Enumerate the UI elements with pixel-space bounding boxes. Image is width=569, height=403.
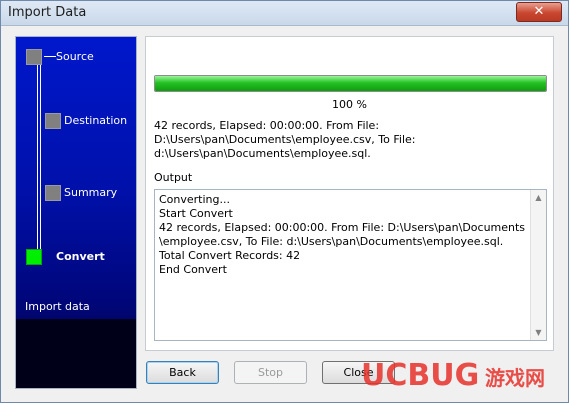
output-lines: Converting... Start Convert 42 records, … bbox=[159, 193, 529, 277]
step-label: Convert bbox=[56, 250, 105, 263]
output-label: Output bbox=[154, 171, 193, 184]
ucbug-watermark: UCBUG 游戏网 bbox=[361, 358, 545, 393]
output-line: End Convert bbox=[159, 263, 227, 276]
scroll-up-icon[interactable]: ▲ bbox=[531, 190, 546, 205]
output-line: Converting... bbox=[159, 193, 230, 206]
progress-bar bbox=[154, 75, 547, 92]
step-connector-line bbox=[44, 56, 56, 57]
output-line: Start Convert bbox=[159, 207, 233, 220]
sidebar-footer-band bbox=[16, 319, 136, 388]
step-label: Summary bbox=[64, 186, 118, 199]
step-connector-line bbox=[40, 56, 41, 254]
step-marker-icon bbox=[26, 249, 42, 265]
watermark-suffix: 游戏网 bbox=[485, 366, 545, 390]
progress-percent: 100 % bbox=[332, 98, 367, 111]
import-data-window: Import Data ✕ Source Destination Summary… bbox=[0, 0, 569, 403]
watermark-brand: UCBUG bbox=[361, 358, 479, 393]
step-connector-line bbox=[37, 56, 38, 254]
title-bar: Import Data ✕ bbox=[1, 1, 568, 26]
step-label: Destination bbox=[64, 114, 128, 127]
output-line: 42 records, Elapsed: 00:00:00. From File… bbox=[159, 221, 526, 234]
step-marker-icon bbox=[45, 185, 61, 201]
step-marker-icon bbox=[26, 49, 42, 65]
close-icon: ✕ bbox=[533, 4, 545, 19]
step-label: Source bbox=[56, 50, 94, 63]
scroll-down-icon[interactable]: ▼ bbox=[531, 325, 546, 340]
step-marker-icon bbox=[45, 113, 61, 129]
info-line: D:\Users\pan\Documents\employee.csv, To … bbox=[154, 133, 416, 146]
output-log[interactable]: Converting... Start Convert 42 records, … bbox=[154, 189, 547, 341]
stop-button[interactable]: Stop bbox=[234, 361, 307, 384]
output-line: Total Convert Records: 42 bbox=[159, 249, 301, 262]
info-line: 42 records, Elapsed: 00:00:00. From File… bbox=[154, 119, 380, 132]
sidebar-footer-label: Import data bbox=[25, 300, 90, 313]
convert-panel: 100 % 42 records, Elapsed: 00:00:00. Fro… bbox=[145, 36, 554, 351]
output-scrollbar[interactable]: ▲ ▼ bbox=[530, 190, 546, 340]
close-window-button[interactable]: ✕ bbox=[516, 2, 562, 22]
output-line: \employee.csv, To File: d:\Users\pan\Doc… bbox=[159, 235, 504, 248]
info-line: d:\Users\pan\Documents\employee.sql. bbox=[154, 147, 371, 160]
conversion-info: 42 records, Elapsed: 00:00:00. From File… bbox=[154, 119, 549, 161]
progress-fill bbox=[155, 76, 546, 91]
window-title: Import Data bbox=[8, 5, 87, 20]
wizard-steps-panel: Source Destination Summary Convert Impor… bbox=[15, 36, 137, 389]
back-button[interactable]: Back bbox=[146, 361, 219, 384]
